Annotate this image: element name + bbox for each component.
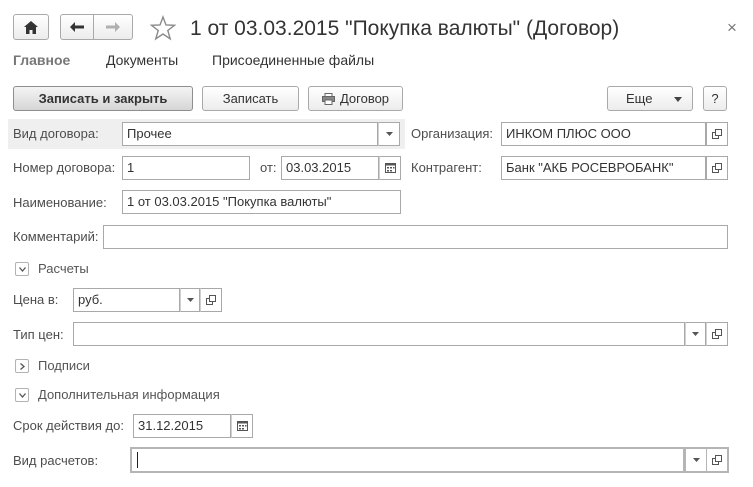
- organization-label: Организация:: [411, 126, 494, 141]
- chevron-down-icon: [674, 97, 682, 102]
- save-button[interactable]: Записать: [202, 86, 299, 111]
- contract-type-dropdown-button[interactable]: [378, 122, 400, 146]
- name-field[interactable]: 1 от 03.03.2015 "Покупка валюты": [122, 190, 401, 214]
- date-calendar-button[interactable]: [379, 156, 401, 180]
- open-window-icon: [206, 295, 216, 305]
- printer-icon: [321, 92, 335, 105]
- calendar-icon: [236, 421, 248, 431]
- additional-info-group-title[interactable]: Дополнительная информация: [38, 387, 220, 403]
- favorite-star-button[interactable]: [149, 15, 177, 41]
- additional-info-group-toggle[interactable]: [15, 388, 29, 402]
- counterparty-open-button[interactable]: [706, 156, 728, 180]
- valid-until-calendar-button[interactable]: [231, 414, 253, 438]
- signatures-group-toggle[interactable]: [15, 359, 29, 373]
- settlement-kind-label: Вид расчетов:: [13, 453, 99, 468]
- text-cursor: [137, 452, 138, 468]
- save-and-close-button[interactable]: Записать и закрыть: [13, 86, 193, 111]
- organization-field[interactable]: ИНКОМ ПЛЮС ООО: [501, 122, 706, 146]
- chevron-down-icon: [692, 458, 700, 462]
- window-title: 1 от 03.03.2015 "Покупка валюты" (Догово…: [190, 17, 620, 40]
- signatures-group-title[interactable]: Подписи: [38, 358, 90, 374]
- comment-label: Комментарий:: [13, 229, 99, 244]
- chevron-down-icon: [692, 332, 699, 336]
- contract-type-label: Вид договора:: [13, 126, 99, 141]
- arrow-left-icon: [70, 22, 84, 32]
- open-window-icon: [712, 455, 722, 465]
- tab-documents[interactable]: Документы: [106, 52, 178, 68]
- counterparty-field[interactable]: Банк "АКБ РОСЕВРОБАНК": [501, 156, 706, 180]
- price-type-open-button[interactable]: [706, 322, 728, 346]
- valid-until-label: Срок действия до:: [13, 418, 124, 433]
- tab-attached-files[interactable]: Присоединенные файлы: [212, 52, 374, 68]
- price-in-open-button[interactable]: [200, 288, 222, 312]
- star-icon: [149, 15, 177, 41]
- home-icon: [24, 20, 38, 34]
- price-in-field[interactable]: руб.: [73, 288, 180, 312]
- comment-field[interactable]: [103, 225, 728, 249]
- settlement-kind-open-button[interactable]: [706, 447, 729, 473]
- more-label: Еще: [626, 91, 653, 106]
- date-label: от:: [260, 160, 277, 175]
- name-label: Наименование:: [13, 195, 107, 210]
- tab-main[interactable]: Главное: [13, 52, 70, 68]
- chevron-down-icon: [18, 266, 26, 272]
- contract-number-field[interactable]: 1: [122, 156, 250, 180]
- print-contract-label: Договор: [339, 91, 390, 106]
- price-type-field[interactable]: [73, 322, 685, 346]
- chevron-down-icon: [18, 392, 26, 398]
- open-window-icon: [712, 163, 722, 173]
- calendar-icon: [384, 163, 396, 173]
- back-button[interactable]: [60, 14, 94, 40]
- settlements-group-title[interactable]: Расчеты: [38, 261, 89, 277]
- organization-open-button[interactable]: [706, 122, 728, 146]
- settlement-kind-field[interactable]: [130, 447, 685, 473]
- home-button[interactable]: [13, 14, 49, 40]
- open-window-icon: [712, 129, 722, 139]
- chevron-right-icon: [19, 362, 25, 370]
- settlement-kind-dropdown-button[interactable]: [685, 447, 706, 473]
- more-button[interactable]: Еще: [607, 86, 693, 111]
- arrow-right-icon: [106, 22, 120, 32]
- settlements-group-toggle[interactable]: [15, 262, 29, 276]
- contract-number-label: Номер договора:: [13, 160, 116, 175]
- price-in-label: Цена в:: [13, 292, 59, 307]
- price-type-dropdown-button[interactable]: [685, 322, 706, 346]
- price-type-label: Тип цен:: [13, 327, 64, 342]
- print-contract-button[interactable]: Договор: [308, 86, 403, 111]
- contract-type-field[interactable]: Прочее: [122, 122, 378, 146]
- open-window-icon: [712, 329, 722, 339]
- counterparty-label: Контрагент:: [411, 160, 482, 175]
- chevron-down-icon: [385, 132, 393, 136]
- price-in-dropdown-button[interactable]: [180, 288, 200, 312]
- close-icon[interactable]: ×: [727, 18, 737, 38]
- forward-button[interactable]: [93, 14, 133, 40]
- help-button[interactable]: ?: [703, 86, 727, 111]
- chevron-down-icon: [186, 298, 194, 302]
- valid-until-field[interactable]: 31.12.2015: [133, 414, 231, 438]
- date-field[interactable]: 03.03.2015: [281, 156, 379, 180]
